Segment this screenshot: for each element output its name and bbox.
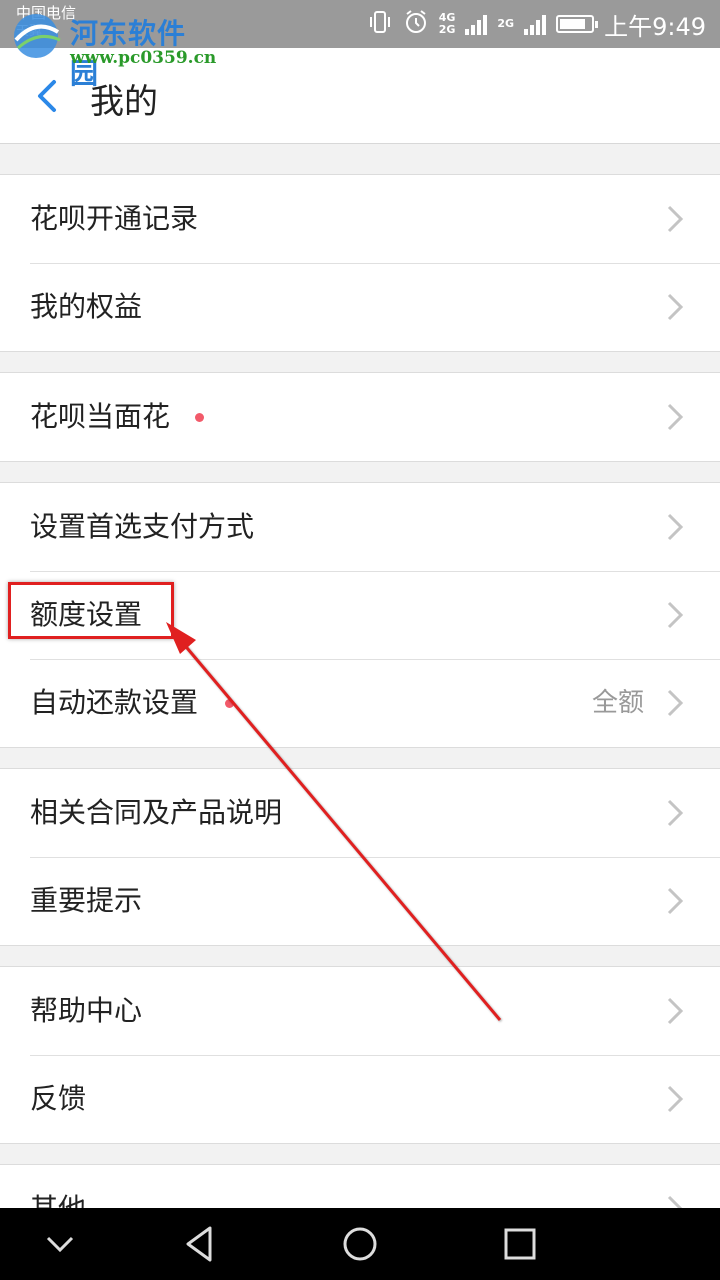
menu-item-label: 帮助中心 bbox=[30, 994, 143, 1027]
menu-item-help-center[interactable]: 帮助中心 bbox=[0, 967, 720, 1055]
recents-square-icon[interactable] bbox=[498, 1222, 542, 1266]
annotation-highlight-box bbox=[8, 582, 174, 639]
chevron-right-icon bbox=[667, 513, 684, 541]
chevron-right-icon bbox=[667, 997, 684, 1025]
clock: 上午9:49 bbox=[604, 12, 706, 41]
menu-item-label: 相关合同及产品说明 bbox=[30, 796, 283, 829]
menu-group-1: 花呗开通记录 我的权益 bbox=[0, 174, 720, 352]
new-badge-dot bbox=[225, 699, 234, 708]
chevron-right-icon bbox=[667, 887, 684, 915]
menu-item-label: 我的权益 bbox=[30, 290, 143, 323]
network-type-label: 4G 2G bbox=[439, 12, 456, 36]
network-type-2g-second: 2G bbox=[497, 17, 515, 30]
status-icons: 4G 2G 2G 上午9:49 bbox=[367, 0, 706, 48]
menu-group-4: 相关合同及产品说明 重要提示 bbox=[0, 768, 720, 946]
menu-item-important-notice[interactable]: 重要提示 bbox=[0, 857, 720, 945]
back-triangle-icon[interactable] bbox=[178, 1222, 222, 1266]
watermark-logo: 河东软件园 www.pc0359.cn bbox=[8, 10, 216, 90]
menu-item-face-to-face-pay[interactable]: 花呗当面花 bbox=[0, 373, 720, 461]
chevron-right-icon bbox=[667, 799, 684, 827]
menu-item-value: 全额 bbox=[591, 688, 644, 718]
menu-item-auto-repay-settings[interactable]: 自动还款设置 全额 bbox=[0, 659, 720, 747]
chevron-right-icon bbox=[667, 601, 684, 629]
chevron-left-icon[interactable] bbox=[30, 78, 66, 114]
menu-item-label: 反馈 bbox=[30, 1082, 87, 1115]
alarm-icon bbox=[403, 9, 429, 39]
home-circle-icon[interactable] bbox=[338, 1222, 382, 1266]
watermark-globe-icon bbox=[14, 14, 61, 58]
chevron-right-icon bbox=[667, 1085, 684, 1113]
menu-item-label: 花呗开通记录 bbox=[30, 202, 199, 235]
menu-item-my-benefits[interactable]: 我的权益 bbox=[0, 263, 720, 351]
menu-item-label: 花呗当面花 bbox=[30, 400, 171, 433]
network-type-2g: 2G bbox=[438, 23, 456, 36]
chevron-right-icon bbox=[667, 689, 684, 717]
menu-item-label: 自动还款设置 bbox=[30, 686, 199, 719]
menu-item-label: 设置首选支付方式 bbox=[30, 510, 255, 543]
new-badge-dot bbox=[195, 413, 204, 422]
menu-group-2: 花呗当面花 bbox=[0, 372, 720, 462]
signal-icon bbox=[465, 13, 488, 35]
chevron-right-icon bbox=[667, 403, 684, 431]
system-nav-bar bbox=[0, 1208, 720, 1280]
menu-item-label: 重要提示 bbox=[30, 884, 143, 917]
chevron-down-icon[interactable] bbox=[38, 1222, 82, 1266]
menu-item-activation-record[interactable]: 花呗开通记录 bbox=[0, 175, 720, 263]
vibrate-icon bbox=[367, 9, 393, 39]
menu-group-5: 帮助中心 反馈 bbox=[0, 966, 720, 1144]
signal-icon-2 bbox=[524, 13, 547, 35]
battery-icon bbox=[556, 15, 599, 33]
chevron-right-icon bbox=[667, 205, 684, 233]
watermark-url: www.pc0359.cn bbox=[70, 48, 217, 68]
chevron-right-icon bbox=[667, 293, 684, 321]
menu-item-preferred-payment[interactable]: 设置首选支付方式 bbox=[0, 483, 720, 571]
menu-item-contracts[interactable]: 相关合同及产品说明 bbox=[0, 769, 720, 857]
menu-item-feedback[interactable]: 反馈 bbox=[0, 1055, 720, 1143]
